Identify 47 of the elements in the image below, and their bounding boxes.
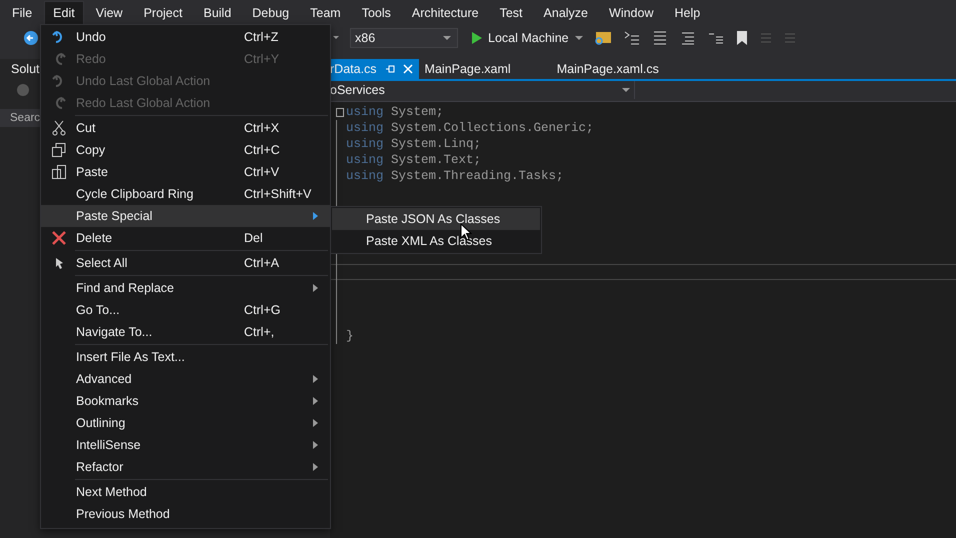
menu-item[interactable]: Select All Ctrl+A [41,252,330,274]
menu-item[interactable]: Paste XML As Classes [332,230,540,252]
platform-dropdown[interactable]: x86 [350,28,458,48]
menu-bar-item[interactable]: Architecture [402,0,488,26]
menu-bar-item[interactable]: Window [600,0,662,26]
code-line: using System.Threading.Tasks; [346,169,564,183]
menu-item[interactable]: Copy Ctrl+C [41,139,330,161]
menu-bar-item[interactable]: Build [194,0,240,26]
code-line: using System.Collections.Generic; [346,121,594,135]
menu-item[interactable]: Next Method [41,481,330,503]
menu-item[interactable]: Insert File As Text... [41,346,330,368]
code-line: using System.Text; [346,153,482,167]
menu-item[interactable]: Undo Ctrl+Z [41,26,330,48]
menu-item[interactable]: Cycle Clipboard Ring Ctrl+Shift+V [41,183,330,205]
menu-bar-item[interactable]: View [86,0,132,26]
menu-item[interactable]: Navigate To... Ctrl+, [41,321,330,343]
menu-item[interactable]: Find and Replace [41,277,330,299]
run-button[interactable]: Local Machine [472,31,583,45]
menu-bar-item[interactable]: File [3,0,42,26]
menu-item[interactable]: Previous Method [41,503,330,525]
menu-item[interactable]: Paste Special [41,205,330,227]
menu-item[interactable]: Advanced [41,368,330,390]
menu-bar-item[interactable]: Analyze [534,0,598,26]
menu-item[interactable]: Go To... Ctrl+G [41,299,330,321]
code-line: using System.Linq; [346,137,482,151]
menu-item[interactable]: Outlining [41,412,330,434]
search-field[interactable]: Searc [0,109,40,127]
code-line: using System; [346,105,444,119]
menu-bar-item[interactable]: Help [665,0,710,26]
menu-item[interactable]: Refactor [41,456,330,478]
panel-title: Solut [11,62,40,78]
menu-item[interactable]: IntelliSense [41,434,330,456]
menu-item[interactable]: Delete Del [41,227,330,249]
code-line: } [346,329,354,343]
menu-item[interactable]: Cut Ctrl+X [41,117,330,139]
menu-bar-item[interactable]: Team [301,0,350,26]
menu-bar-item[interactable]: Debug [243,0,298,26]
menu-item[interactable]: Bookmarks [41,390,330,412]
document-tab[interactable]: MainPage.xaml.cs [556,59,675,79]
menu-bar-item[interactable]: Test [490,0,532,26]
document-tab[interactable]: rData.cs [330,59,419,79]
menu-bar-item[interactable]: Edit [44,0,84,26]
document-tab[interactable]: MainPage.xaml [424,59,527,79]
menu-item[interactable]: Paste JSON As Classes [332,208,540,230]
menu-bar-item[interactable]: Tools [352,0,400,26]
menu-bar-item[interactable]: Project [134,0,192,26]
menu-item[interactable]: Paste Ctrl+V [41,161,330,183]
